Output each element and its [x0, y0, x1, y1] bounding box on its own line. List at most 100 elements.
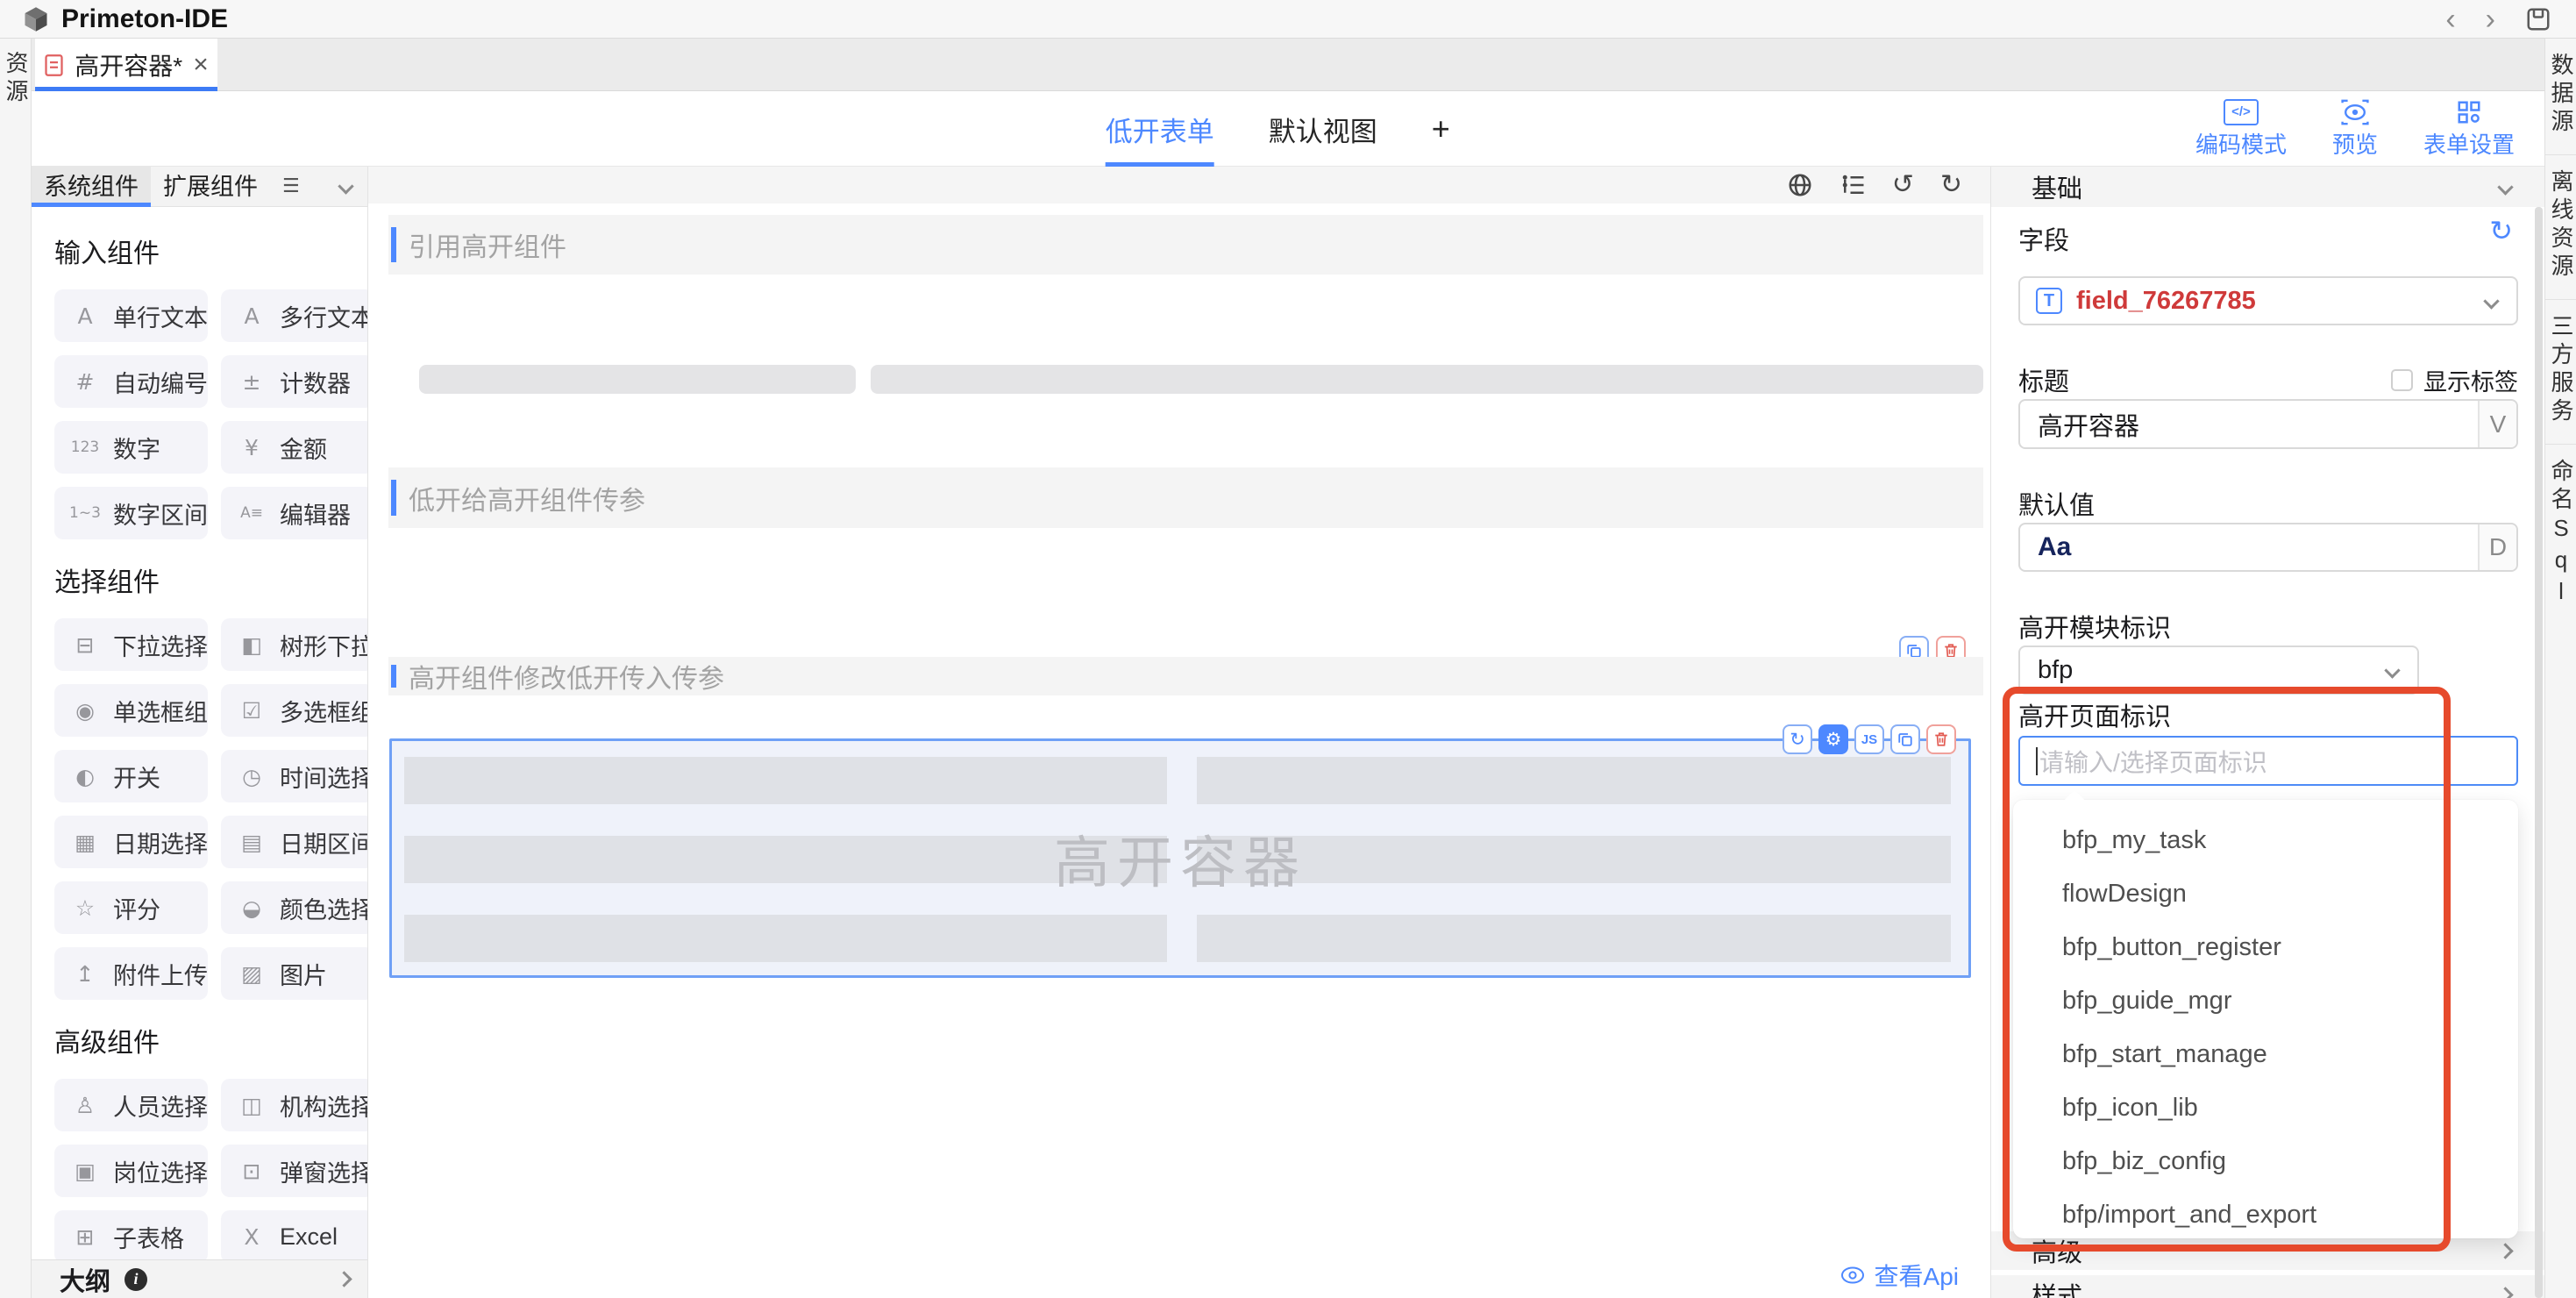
post-select-icon: ▣ [68, 1159, 102, 1184]
palette-body: 输入组件 A单行文本 A多行文本 #自动编号 ±计数器 123数字 ¥金额 1~… [32, 207, 367, 1259]
outline-expand-icon[interactable] [336, 1271, 352, 1287]
group-title-input: 输入组件 [54, 232, 353, 270]
document-tabstrip: 高开容器* × [32, 39, 2544, 91]
nav-forward-icon[interactable]: › [2486, 4, 2495, 34]
date-range-icon: ▤ [235, 830, 268, 855]
module-id-select[interactable]: bfp [2018, 645, 2419, 695]
field-refresh-icon[interactable]: ↻ [2489, 218, 2513, 244]
section-header-reference[interactable]: 引用高开组件 [388, 215, 1983, 275]
title-value: 高开容器 [2038, 406, 2139, 443]
highcode-container[interactable]: ↻ ⚙ JS 高开容 [389, 738, 1971, 978]
form-settings-button[interactable]: 表单设置 [2423, 99, 2515, 160]
component-color-picker[interactable]: ◒颜色选择 [221, 881, 367, 934]
component-org-select[interactable]: ◫机构选择 [221, 1079, 367, 1131]
page-id-input[interactable]: 请输入/选择页面标识 [2018, 736, 2518, 786]
form-settings-icon [2455, 99, 2483, 125]
view-bar: 低开表单 默认视图 + </> 编码模式 预览 [32, 91, 2544, 167]
component-tree-select[interactable]: ◧树形下拉 [221, 618, 367, 671]
section-style[interactable]: 样式 [1991, 1275, 2544, 1298]
component-excel[interactable]: XExcel [221, 1210, 367, 1259]
section-basic[interactable]: 基础 [1991, 167, 2544, 207]
sidebar-item-offline-resources[interactable]: 离线资源 [2545, 155, 2576, 300]
component-date-range[interactable]: ▤日期区间 [221, 816, 367, 868]
show-label-checkbox-row[interactable]: 显示标签 [2391, 363, 2518, 397]
tab-lowcode-form[interactable]: 低开表单 [1106, 91, 1214, 167]
save-icon[interactable] [2525, 6, 2551, 32]
sidebar-item-datasource[interactable]: 数据源 [2545, 39, 2576, 155]
nav-back-icon[interactable]: ‹ [2445, 4, 2455, 34]
component-attachment-upload[interactable]: ↥附件上传 [54, 947, 208, 1000]
add-view-button[interactable]: + [1432, 111, 1450, 147]
section-accent-bar [391, 480, 396, 515]
component-radio-group[interactable]: ◉单选框组 [54, 684, 208, 737]
undo-icon[interactable]: ↺ [1892, 171, 1914, 199]
chevron-down-icon [2497, 179, 2513, 195]
inspector-scrollbar[interactable] [2535, 207, 2543, 1298]
option-flowdesign[interactable]: flowDesign [2013, 867, 2518, 921]
group-title-select: 选择组件 [54, 560, 353, 599]
component-editor[interactable]: A≡编辑器 [221, 487, 367, 539]
sidebar-item-resources[interactable]: 资源 [0, 51, 31, 107]
doc-tab-gaokai-container[interactable]: 高开容器* × [35, 39, 217, 91]
option-bfp-import-and-export[interactable]: bfp/import_and_export [2013, 1188, 2518, 1242]
component-number[interactable]: 123数字 [54, 421, 208, 474]
option-bfp-guide-mgr[interactable]: bfp_guide_mgr [2013, 974, 2518, 1028]
component-date-picker[interactable]: ▦日期选择 [54, 816, 208, 868]
component-multi-line-text[interactable]: A多行文本 [221, 289, 367, 342]
component-auto-number[interactable]: #自动编号 [54, 355, 208, 408]
component-post-select[interactable]: ▣岗位选择 [54, 1145, 208, 1197]
person-select-icon: ♙ [68, 1093, 102, 1118]
code-mode-button[interactable]: </> 编码模式 [2195, 99, 2287, 160]
component-subtable[interactable]: ⊞子表格 [54, 1210, 208, 1259]
component-counter[interactable]: ±计数器 [221, 355, 367, 408]
eye-icon [1839, 1266, 1866, 1285]
palette-list-icon[interactable]: ☰ [282, 175, 300, 197]
component-popup-select[interactable]: ⊡弹窗选择 [221, 1145, 367, 1197]
redo-icon[interactable]: ↻ [1940, 171, 1962, 199]
preview-eye-icon [2339, 99, 2371, 125]
outline-tree-icon[interactable] [1839, 172, 1866, 198]
skeleton-bar [419, 365, 856, 394]
palette-collapse-icon[interactable] [338, 178, 353, 194]
option-bfp-my-task[interactable]: bfp_my_task [2013, 814, 2518, 867]
field-select[interactable]: T field_76267785 [2018, 276, 2518, 325]
i18n-globe-icon[interactable] [1787, 172, 1813, 198]
left-dock-strip: 资源 [0, 39, 32, 1298]
outline-bar[interactable]: 大纲 i [32, 1259, 367, 1298]
component-dropdown-select[interactable]: ⊟下拉选择 [54, 618, 208, 671]
app-title: Primeton-IDE [61, 4, 228, 34]
component-switch[interactable]: ◐开关 [54, 750, 208, 802]
component-image[interactable]: ▨图片 [221, 947, 367, 1000]
component-person-select[interactable]: ♙人员选择 [54, 1079, 208, 1131]
component-checkbox-group[interactable]: ☑多选框组 [221, 684, 367, 737]
section-header-modify-params[interactable]: 高开组件修改低开传入传参 [388, 657, 1983, 695]
outline-label: 大纲 [60, 1261, 110, 1298]
default-value-input[interactable]: Aa D [2018, 523, 2518, 572]
preview-button[interactable]: 预览 [2332, 99, 2378, 160]
option-bfp-start-manage[interactable]: bfp_start_manage [2013, 1028, 2518, 1081]
title-variable-toggle[interactable]: V [2478, 401, 2516, 447]
tab-extension-components[interactable]: 扩展组件 [151, 167, 270, 207]
group-input-grid: A单行文本 A多行文本 #自动编号 ±计数器 123数字 ¥金额 1~3数字区间… [54, 289, 353, 539]
default-variable-toggle[interactable]: D [2478, 524, 2516, 570]
auto-number-icon: # [68, 369, 102, 395]
component-rating[interactable]: ☆评分 [54, 881, 208, 934]
component-single-line-text[interactable]: A单行文本 [54, 289, 208, 342]
component-time-picker[interactable]: ◷时间选择 [221, 750, 367, 802]
tab-system-components[interactable]: 系统组件 [32, 167, 151, 207]
module-id-label: 高开模块标识 [2018, 608, 2171, 645]
section-header-pass-params[interactable]: 低开给高开组件传参 [388, 467, 1983, 528]
checkbox-icon[interactable] [2391, 369, 2413, 391]
doc-tab-close-icon[interactable]: × [193, 52, 209, 78]
sidebar-item-thirdparty-services[interactable]: 三方服务 [2545, 300, 2576, 445]
component-number-range[interactable]: 1~3数字区间 [54, 487, 208, 539]
tab-default-view[interactable]: 默认视图 [1269, 91, 1377, 167]
default-value: Aa [2038, 532, 2071, 562]
sidebar-item-named-sql[interactable]: 命名Sql [2545, 445, 2576, 627]
view-api-link[interactable]: 查看Api [1839, 1258, 1959, 1293]
option-bfp-button-register[interactable]: bfp_button_register [2013, 921, 2518, 974]
title-input[interactable]: 高开容器 V [2018, 399, 2518, 449]
component-amount[interactable]: ¥金额 [221, 421, 367, 474]
option-bfp-biz-config[interactable]: bfp_biz_config [2013, 1135, 2518, 1188]
option-bfp-icon-lib[interactable]: bfp_icon_lib [2013, 1081, 2518, 1135]
